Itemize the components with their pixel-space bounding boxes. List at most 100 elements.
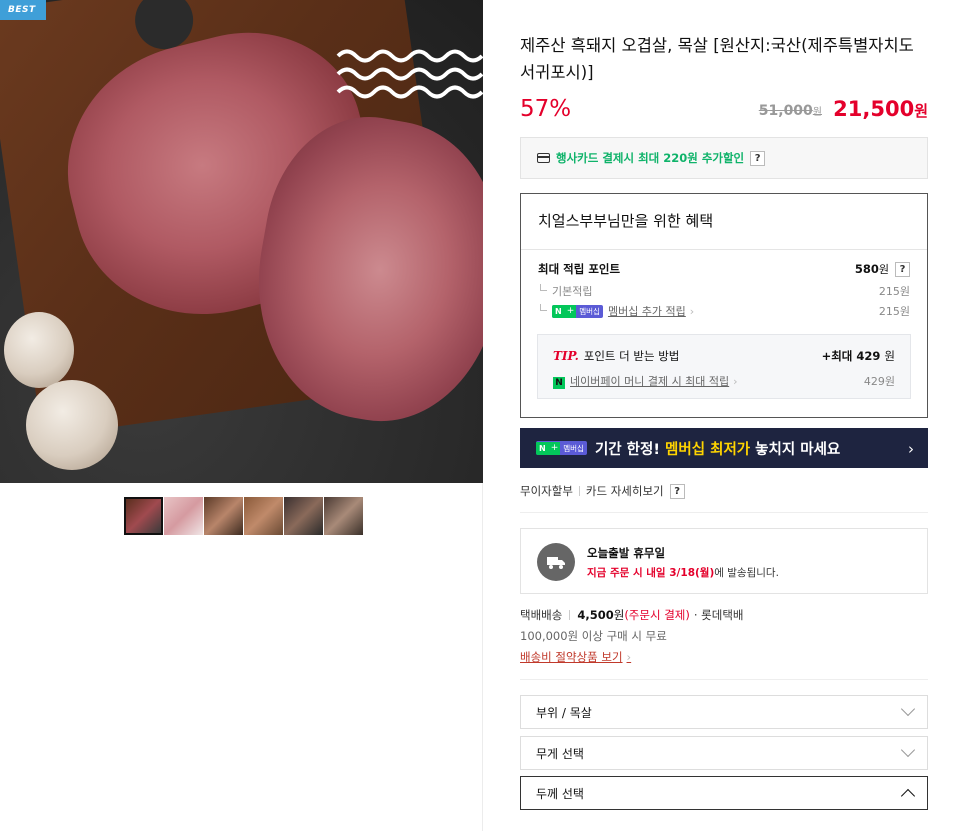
original-price-value: 51,000 [758,103,813,119]
sale-price-unit: 원 [914,102,928,120]
max-point-unit: 원 [878,263,889,276]
thumbnail-1[interactable] [124,497,163,535]
thumbnail-2[interactable] [164,497,203,535]
tip-row: TIP. 포인트 더 받는 방법 +최대 429 원 [553,348,895,364]
naver-membership-badge-icon: N + 멤버십 [552,304,603,318]
delivery-fee: 4,500원 [577,607,624,623]
divider [520,679,928,680]
member-point-value: 215원 [878,305,910,318]
npay-row: N 네이버페이 머니 결제 시 최대 적립 › 429원 [553,373,895,389]
chevron-right-icon: › [733,375,738,388]
option-select-part[interactable]: 부위 / 목살 [520,695,928,729]
garlic-2 [26,380,118,470]
installment-link[interactable]: 무이자할부 [520,483,573,499]
banner-text: 기간 한정! 멤버십 최저가 놓치지 마세요 [595,438,840,459]
option-label: 무게 선택 [536,746,584,761]
option-label: 두께 선택 [536,786,584,801]
tip-box: TIP. 포인트 더 받는 방법 +최대 429 원 N 네이버페이 머니 결제 시… [537,334,911,399]
member-point-label-wrap: N + 멤버십 멤버십 추가 적립 › [538,303,694,319]
card-promo-box: 행사카드 결제시 최대 220원 추가할인 ? [520,137,928,179]
tip-max-unit: 원 [884,349,895,363]
option-label: 부위 / 목살 [536,705,592,720]
card-promo-text: 행사카드 결제시 최대 220원 추가할인 [556,151,745,165]
npay-link[interactable]: 네이버페이 머니 결제 시 최대 적립 [570,375,729,388]
tip-label: 포인트 더 받는 방법 [583,349,680,363]
sale-price-value: 21,500 [833,97,915,121]
tip-max-value: 429 [856,349,881,363]
free-shipping-condition: 100,000원 이상 구매 시 무료 [520,629,667,643]
product-gallery: BEST [0,0,483,831]
chevron-right-icon: › [908,440,914,458]
best-badge: BEST [0,0,46,20]
shipping-save-link-text: 배송비 절약상품 보기 [520,650,623,664]
sale-price: 21,500원 [833,97,928,121]
delivery-fee-unit: 원 [613,608,625,622]
npay-value: 429원 [863,375,895,388]
banner-text-before: 기간 한정! [594,441,666,458]
shipping-schedule: 지금 주문 시 내일 3/18(월)에 발송됩니다. [587,565,779,580]
product-title: 제주산 흑돼지 오겹살, 목살 [원산지:국산(제주특별자치도 서귀포시)] [520,36,914,82]
naver-pay-icon: N [553,377,565,389]
badge-membership: 멤버십 [579,306,600,316]
truck-icon [537,543,575,581]
original-price-unit: 원 [812,107,822,118]
thumbnail-4[interactable] [244,497,283,535]
divider [578,486,580,496]
thumbnail-strip [124,497,364,535]
basic-point-label: 기본적립 [538,283,592,299]
shipping-box: 오늘출발 휴무일 지금 주문 시 내일 3/18(월)에 발송됩니다. [520,528,928,594]
main-product-image[interactable]: BEST [0,0,483,483]
tip-max: +최대 429 원 [822,348,895,364]
npay-label-wrap: N 네이버페이 머니 결제 시 최대 적립 › [553,373,738,389]
badge-membership: 멤버십 [563,443,584,453]
chevron-right-icon: › [689,304,695,318]
delivery-type: 택배배송 [520,608,563,622]
thumbnail-3[interactable] [204,497,243,535]
benefit-divider [521,249,927,250]
card-detail-link[interactable]: 카드 자세히보기 [586,483,664,499]
max-point-label: 최대 적립 포인트 [538,262,621,276]
banner-text-after: 놓치지 마세요 [750,441,841,458]
shipping-rest: 에 발송됩니다. [714,567,779,579]
basic-point-row: 기본적립 215원 [538,283,910,299]
divider [569,610,571,620]
badge-plus: + [564,304,577,318]
discount-rate: 57% [520,96,572,122]
wave-decoration [336,49,483,99]
delivery-fee-note: (주문시 결제) [624,608,690,622]
thumbnail-6[interactable] [324,497,363,535]
tip-max-prefix: +최대 [821,349,853,363]
delivery-fee-value: 4,500 [577,608,614,622]
option-select-thickness[interactable]: 두께 선택 [520,776,928,810]
badge-n: N [552,304,565,318]
option-select-weight[interactable]: 무게 선택 [520,736,928,770]
chevron-right-icon: › [626,650,632,664]
shipping-title: 오늘출발 휴무일 [587,546,666,560]
card-promo-help-icon[interactable]: ? [750,150,766,166]
original-price: 51,000원 [759,103,822,119]
card-detail-help-icon[interactable]: ? [669,483,685,499]
shipping-date: 지금 주문 시 내일 3/18(월) [587,567,715,579]
benefit-box: 치얼스부부님만을 위한 혜택 최대 적립 포인트 580 원 ? 기본적립 215… [520,193,928,418]
max-point-row: 최대 적립 포인트 580 원 ? [538,261,910,277]
credit-card-icon [537,153,550,163]
shipping-save-link[interactable]: 배송비 절약상품 보기 › [520,649,631,665]
basic-point-value: 215원 [878,285,910,298]
banner-text-highlight: 멤버십 최저가 [665,441,751,458]
chevron-down-icon [900,701,916,717]
chevron-down-icon [900,742,916,758]
thumbnail-5[interactable] [284,497,323,535]
garlic-1 [4,312,74,388]
max-point-value: 580 [854,262,879,276]
membership-banner[interactable]: N + 멤버십 기간 한정! 멤버십 최저가 놓치지 마세요 › [520,428,928,468]
delivery-carrier: · 롯데택배 [693,608,744,622]
payment-row: 무이자할부 카드 자세히보기 ? [520,483,685,499]
badge-plus: + [548,441,561,455]
max-point-amount: 580 원 ? [855,261,910,277]
naver-membership-badge-icon: N + 멤버십 [536,441,587,455]
divider [520,512,928,513]
delivery-row: 택배배송 4,500원 (주문시 결제) · 롯데택배 [520,607,743,623]
benefit-title: 치얼스부부님만을 위한 혜택 [538,212,714,230]
max-point-help-icon[interactable]: ? [895,261,910,277]
member-point-link[interactable]: 멤버십 추가 적립 [608,303,686,319]
